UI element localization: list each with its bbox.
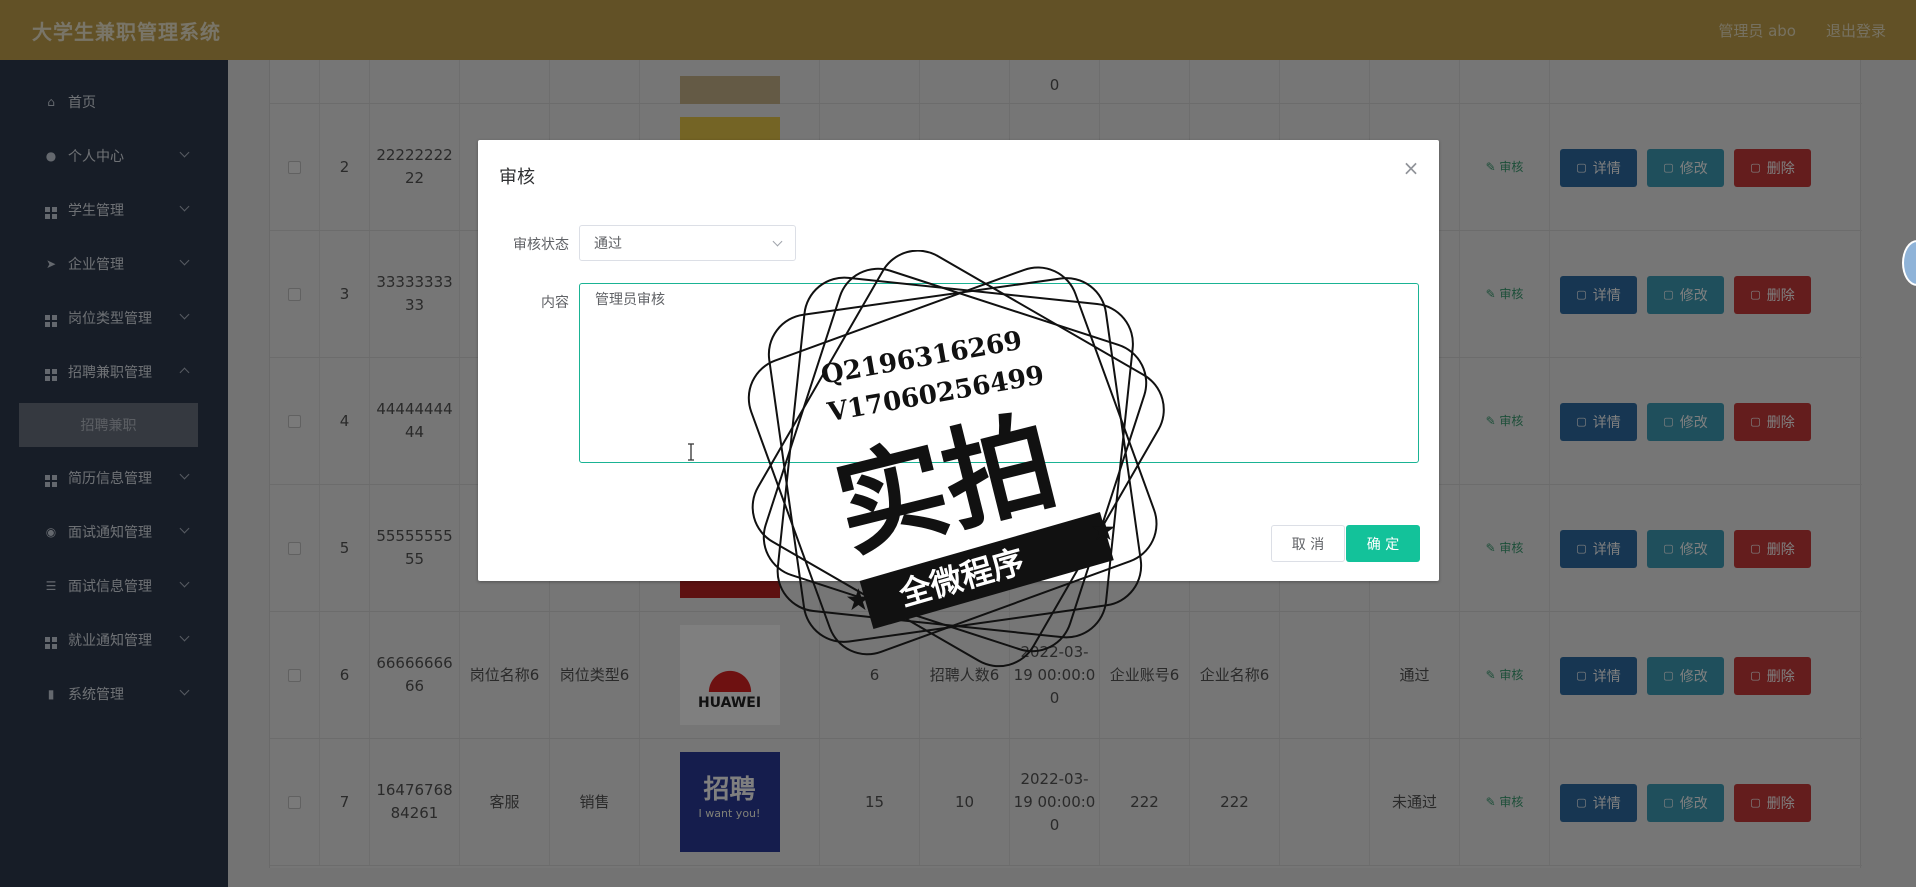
dialog-title: 审核 [499, 167, 535, 188]
close-icon[interactable]: × [1401, 158, 1421, 178]
watermark-stamp: Q2196316269 V17060256499 实拍 全微程序 ★ ★ [740, 249, 1180, 680]
star-icon: ★ [1090, 513, 1117, 548]
stamp-frames: Q2196316269 V17060256499 实拍 全微程序 ★ ★ [747, 249, 1165, 668]
status-label: 审核状态 [513, 237, 569, 253]
status-select-value: 通过 [594, 236, 622, 252]
chevron-down-icon [772, 236, 783, 247]
content-label: 内容 [541, 295, 569, 311]
star-icon: ★ [845, 583, 872, 618]
cancel-button[interactable]: 取 消 [1271, 525, 1345, 562]
text-cursor-icon [688, 443, 694, 461]
confirm-button[interactable]: 确 定 [1346, 525, 1420, 562]
